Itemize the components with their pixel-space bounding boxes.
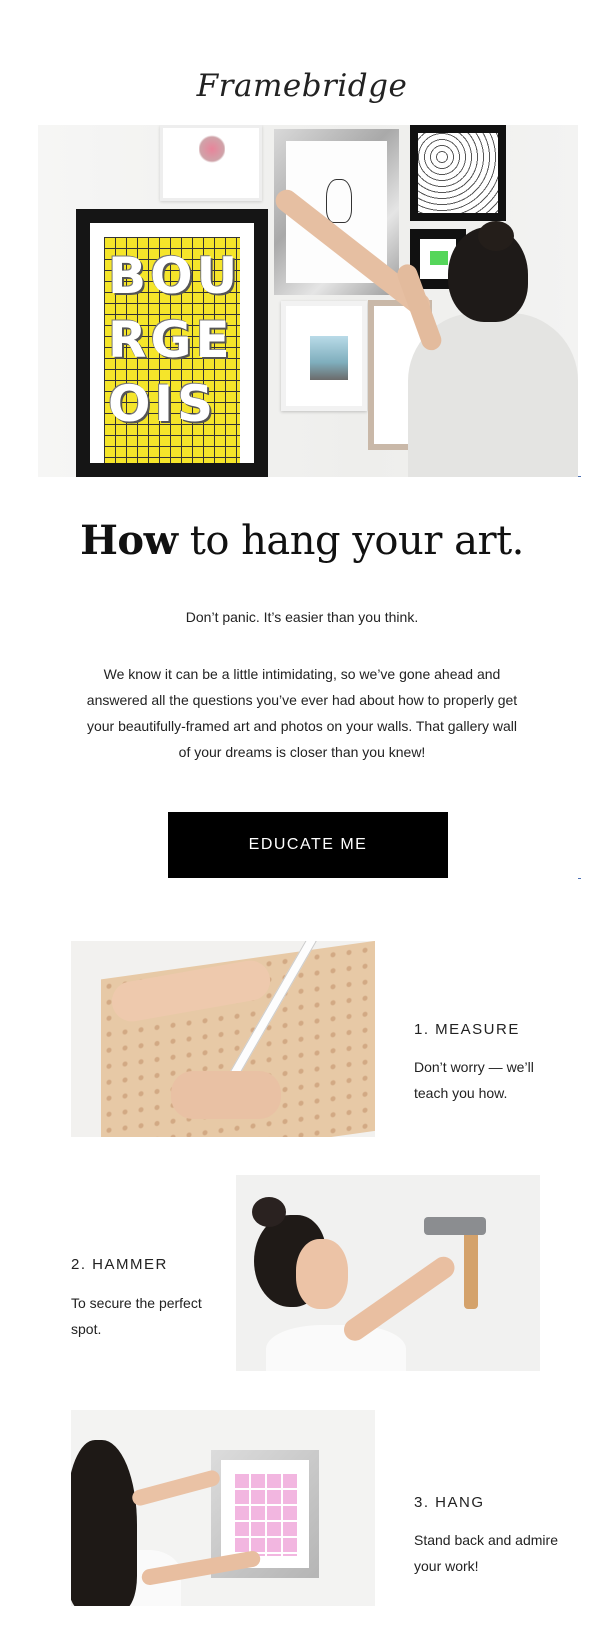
step-title-hang: 3. HANG: [414, 1494, 485, 1511]
framebridge-logo[interactable]: Framebridge: [0, 68, 604, 104]
step-text-measure: Don’t worry — we’ll teach you how.: [414, 1059, 534, 1101]
bourgeois-frame: BOU RGE OIS: [76, 209, 268, 477]
page-headline: How to hang your art.: [0, 517, 604, 564]
link-marker: [578, 878, 581, 879]
print-line-1: BOU: [108, 247, 242, 305]
hero-image[interactable]: BOU RGE OIS: [38, 125, 578, 477]
educate-me-button[interactable]: EDUCATE ME: [168, 812, 448, 878]
subheading: Don’t panic. It’s easier than you think.: [185, 609, 419, 625]
step-title-hammer: 2. HAMMER: [71, 1256, 168, 1273]
link-marker: [578, 476, 581, 477]
intro-paragraph: We know it can be a little intimidating,…: [86, 666, 518, 760]
photo-frame: [281, 301, 367, 411]
hammer-image[interactable]: [236, 1175, 540, 1371]
step-text-hammer: To secure the perfect spot.: [71, 1295, 202, 1337]
step-title-measure: 1. MEASURE: [414, 1021, 520, 1038]
print-line-2: RGE: [108, 311, 234, 369]
headline-bold: How: [80, 517, 178, 564]
headline-rest: to hang your art.: [177, 518, 525, 564]
step-text-hang: Stand back and admire your work!: [414, 1532, 558, 1574]
small-floral-frame: [160, 125, 262, 201]
hang-image[interactable]: [71, 1410, 375, 1606]
measure-image[interactable]: [71, 941, 375, 1137]
print-line-3: OIS: [108, 375, 218, 433]
line-drawing-frame: [410, 125, 506, 221]
person-hair-bun: [478, 221, 514, 251]
